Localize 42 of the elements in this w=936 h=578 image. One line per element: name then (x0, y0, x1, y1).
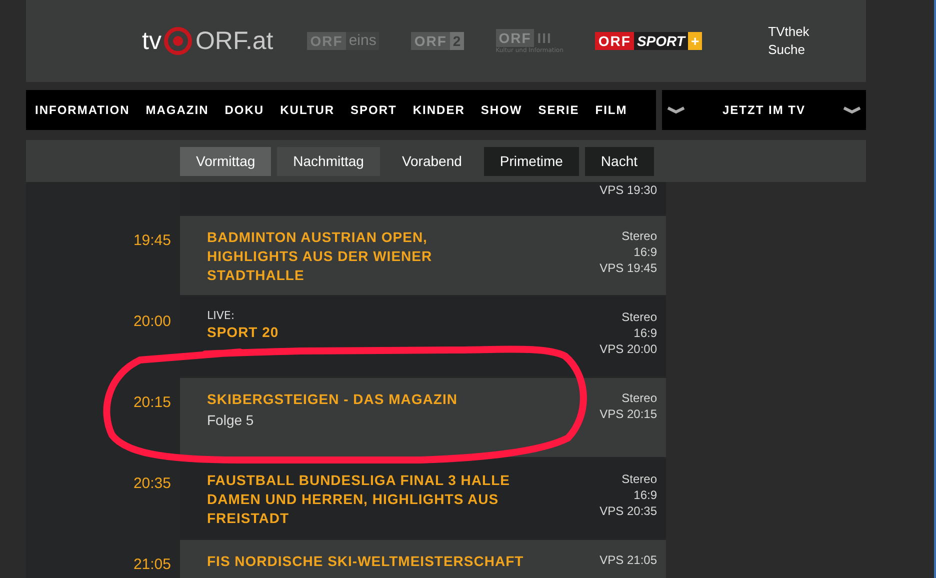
nav-link[interactable]: KULTUR (280, 103, 335, 117)
broadcast-info: Stereo 16:9 VPS 20:35 (600, 471, 657, 519)
live-label: LIVE: (207, 309, 236, 323)
broadcast-info: Stereo 16:9 VPS 20:00 (600, 309, 657, 357)
program-title[interactable]: BADMINTON AUSTRIAN OPEN, HIGHLIGHTS AUS DER WIENER STADTHALLE (207, 228, 432, 285)
chevron-down-icon (667, 106, 685, 114)
nav-link[interactable]: KINDER (412, 103, 465, 117)
nav-link[interactable]: SPORT (350, 103, 397, 117)
broadcast-info: Stereo VPS 20:15 (600, 390, 657, 422)
daypart-tab[interactable]: Nachmittag (277, 146, 380, 176)
daypart-tab[interactable]: Nacht (584, 146, 654, 176)
nav-link[interactable]: DOKU (224, 103, 264, 117)
now-on-tv-dropdown[interactable]: JETZT IM TV (662, 90, 866, 130)
daypart-tab[interactable]: Primetime (484, 146, 579, 176)
time-label: 20:00 (133, 313, 171, 330)
broadcast-info: VPS 19:30 (600, 182, 657, 198)
target-icon (164, 27, 192, 55)
time-label: 20:35 (133, 475, 171, 492)
program-entry[interactable]: BADMINTON AUSTRIAN OPEN, HIGHLIGHTS AUS DER WIENER STADTHALLE Stereo 16:9 VPS 19:45 (180, 216, 666, 295)
episode-label: Folge 5 (207, 411, 255, 430)
chevron-down-icon (843, 106, 861, 114)
nav-link[interactable]: MAGAZIN (146, 103, 209, 117)
broadcast-info: VPS 21:05 (600, 552, 657, 568)
time-label: 20:15 (133, 394, 171, 411)
time-label: 21:05 (133, 556, 171, 573)
program-entry[interactable]: FIS NORDISCHE SKI-WELTMEISTERSCHAFT VPS 21:05 (180, 540, 666, 578)
header-link[interactable]: Suche (768, 41, 810, 59)
nav-link[interactable]: SHOW (480, 103, 522, 117)
program-title[interactable]: SKIBERGSTEIGEN - DAS MAGAZIN (207, 390, 458, 409)
program-entry[interactable]: SKIBERGSTEIGEN - DAS MAGAZIN Folge 5 Stereo VPS 20:15 (180, 378, 666, 457)
daypart-tab[interactable]: Vormittag (180, 146, 272, 176)
program-title[interactable]: FIS NORDISCHE SKI-WELTMEISTERSCHAFT (207, 552, 524, 571)
nav-link[interactable]: FILM (595, 103, 628, 117)
daypart-tab[interactable]: Vorabend (386, 146, 478, 176)
program-title[interactable]: SPORT 20 (207, 323, 279, 342)
nav-link[interactable]: INFORMATION (35, 103, 130, 117)
site-logo[interactable]: tv ORF.at (142, 26, 274, 56)
nav-link[interactable]: SERIE (538, 103, 580, 117)
header-link[interactable]: TVthek (768, 23, 810, 41)
broadcast-info: Stereo 16:9 VPS 19:45 (600, 228, 657, 276)
time-label: 19:45 (133, 232, 171, 249)
program-title[interactable]: FAUSTBALL BUNDESLIGA FINAL 3 HALLE DAMEN UND HERREN, HIGHLIGHTS AUS FREISTADT (207, 471, 510, 528)
